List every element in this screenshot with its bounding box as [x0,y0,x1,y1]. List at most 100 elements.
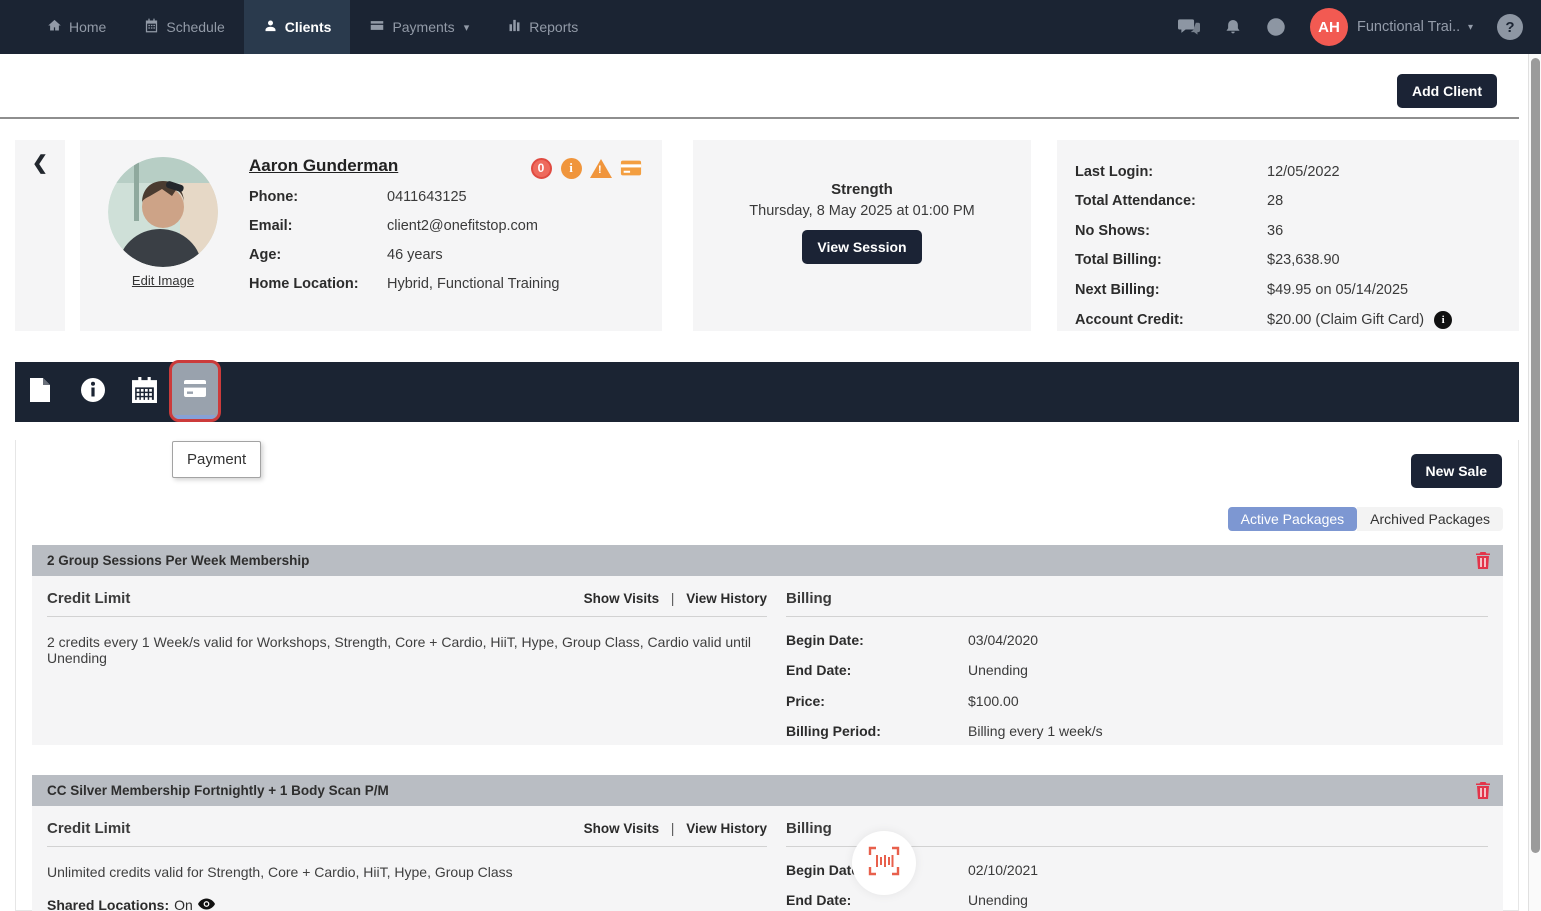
billing-label: Billing Period: [786,723,968,739]
back-chevron-icon[interactable]: ❮ [32,152,48,175]
stat-label: Total Attendance: [1075,193,1267,209]
billing-value: Billing every 1 week/s [968,723,1103,739]
session-datetime: Thursday, 8 May 2025 at 01:00 PM [693,203,1031,219]
client-summary-card: Edit Image Aaron Gunderman Phone: 041164… [80,140,662,331]
nav-label: Home [69,19,106,35]
active-tab-indicator [175,415,215,419]
package-links: Show Visits | View History [584,591,767,606]
show-visits-link[interactable]: Show Visits [584,591,660,606]
zero-count-badge-icon[interactable]: 0 [530,157,552,179]
calendar-icon [132,377,157,408]
client-flag-icons: 0 i ! [530,157,642,179]
billing-card-icon[interactable] [620,157,642,179]
client-info-icon[interactable]: i [560,157,582,179]
vertical-scrollbar[interactable] [1528,54,1541,911]
view-session-button[interactable]: View Session [802,230,921,264]
person-icon [263,18,278,36]
stats-row: Last Login: 12/05/2022 [1075,164,1501,180]
billing-value: $100.00 [968,693,1019,709]
nav-item-home[interactable]: Home [28,0,125,54]
billing-row: End Date: Unending [786,662,1488,678]
client-section-toolbar [15,362,1519,422]
nav-label: Payments [392,19,454,35]
package-item: CC Silver Membership Fortnightly + 1 Bod… [32,775,1503,911]
delete-package-icon[interactable] [1476,552,1490,574]
credit-limit-column: Credit Limit Show Visits | View History … [47,590,767,666]
stat-value: 36 [1267,223,1283,239]
field-label: Phone: [249,189,387,205]
package-header: 2 Group Sessions Per Week Membership [32,545,1503,576]
billing-row: Billing Period: Billing every 1 week/s [786,723,1488,739]
new-sale-button[interactable]: New Sale [1411,454,1502,488]
package-title: 2 Group Sessions Per Week Membership [47,553,309,568]
credit-limit-text: Unlimited credits valid for Strength, Co… [47,864,767,880]
client-photo-block: Edit Image [108,157,218,290]
home-icon [47,18,62,36]
tab-archived-packages[interactable]: Archived Packages [1357,507,1503,531]
stat-label: Next Billing: [1075,282,1267,298]
calendar-icon [144,18,159,36]
stats-row: Total Attendance: 28 [1075,193,1501,209]
package-tabs: Active Packages Archived Packages [1228,507,1503,531]
billing-row: Begin Date: 03/04/2020 [786,632,1488,648]
avatar: AH [1310,8,1348,46]
warning-icon[interactable]: ! [590,157,612,179]
field-value: 46 years [387,247,443,263]
shared-locations-label: Shared Locations: [47,897,169,911]
document-icon [29,377,51,408]
notes-tab[interactable] [19,362,61,422]
credit-info-icon[interactable]: i [1434,311,1452,329]
shared-locations-value: On [174,897,193,911]
link-separator: | [671,821,675,836]
scrollbar-thumb[interactable] [1531,58,1540,853]
clock-icon[interactable] [1266,17,1286,37]
info-circle-icon [80,377,106,408]
billing-value: Unending [968,662,1028,678]
view-history-link[interactable]: View History [686,591,767,606]
client-field-row: Age: 46 years [249,247,649,263]
card-icon [369,18,385,36]
billing-row: End Date: Unending [786,892,1488,908]
back-panel[interactable]: ❮ [15,140,65,331]
nav-item-reports[interactable]: Reports [488,0,597,54]
account-credit-value: $20.00 (Claim Gift Card) [1267,312,1424,328]
help-icon[interactable]: ? [1497,14,1523,40]
package-title: CC Silver Membership Fortnightly + 1 Bod… [47,783,389,798]
divider [47,846,767,847]
stat-label: Total Billing: [1075,252,1267,268]
client-photo [108,157,218,267]
next-session-card: Strength Thursday, 8 May 2025 at 01:00 P… [693,140,1031,331]
stat-value: 12/05/2022 [1267,164,1340,180]
field-label: Email: [249,218,387,234]
chevron-down-icon: ▾ [1468,22,1473,33]
payment-tab-highlighted[interactable] [169,360,221,422]
billing-label: End Date: [786,662,968,678]
view-history-link[interactable]: View History [686,821,767,836]
delete-package-icon[interactable] [1476,782,1490,804]
tab-active-packages[interactable]: Active Packages [1228,507,1358,531]
billing-heading: Billing [786,590,832,607]
edit-image-link[interactable]: Edit Image [132,273,194,288]
shared-locations-row: Shared Locations: On [47,897,767,911]
show-visits-link[interactable]: Show Visits [584,821,660,836]
package-links: Show Visits | View History [584,821,767,836]
barcode-scan-icon [866,845,902,882]
account-name: Functional Trai... [1357,19,1459,35]
divider [786,616,1488,617]
credit-limit-column: Credit Limit Show Visits | View History … [47,820,767,911]
package-body: Credit Limit Show Visits | View History … [32,806,1503,911]
info-tab[interactable] [72,362,114,422]
nav-item-schedule[interactable]: Schedule [125,0,243,54]
eye-icon[interactable] [198,897,215,911]
nav-item-clients[interactable]: Clients [244,0,351,54]
nav-item-payments[interactable]: Payments ▾ [350,0,488,54]
payment-tooltip: Payment [172,441,261,478]
account-menu[interactable]: AH Functional Trai... ▾ [1310,8,1473,46]
add-client-button[interactable]: Add Client [1397,74,1497,108]
schedule-tab[interactable] [123,362,165,422]
notifications-bell-icon[interactable] [1224,18,1242,37]
messages-icon[interactable] [1178,18,1200,36]
payment-card-icon [183,379,207,403]
nav-menu: Home Schedule Clients Payments ▾ Reports [0,0,597,54]
bar-chart-icon [507,18,522,36]
